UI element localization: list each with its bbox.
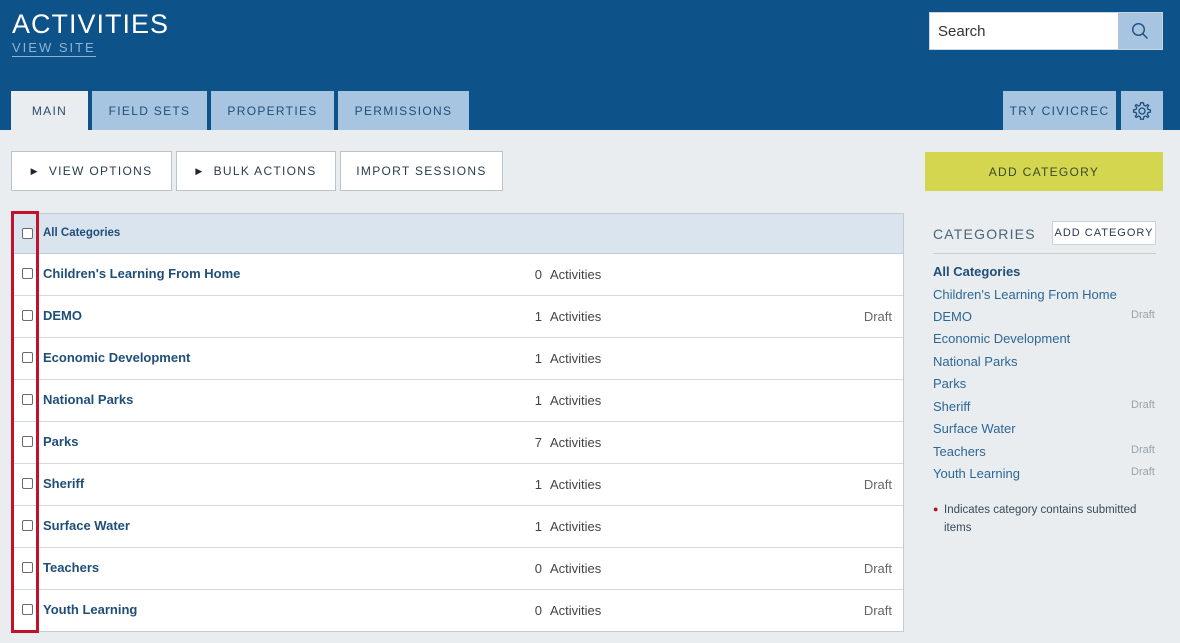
tab-properties[interactable]: PROPERTIES: [211, 91, 334, 130]
sidebar-divider: [933, 253, 1156, 254]
sidebar-status-label: Draft: [1131, 309, 1155, 321]
search-input[interactable]: [930, 13, 1119, 49]
table-row: Economic Development 1 Activities: [12, 338, 903, 380]
settings-button[interactable]: [1121, 91, 1163, 130]
search-button[interactable]: [1118, 13, 1162, 49]
row-checkbox[interactable]: [22, 520, 33, 531]
table-row: Children's Learning From Home 0 Activiti…: [12, 254, 903, 296]
category-link[interactable]: DEMO: [43, 308, 82, 323]
sidebar-status-label: Draft: [1131, 444, 1155, 456]
activity-count: 1: [534, 351, 542, 366]
status-label: Draft: [863, 561, 892, 576]
status-label: Draft: [863, 309, 892, 324]
row-checkbox[interactable]: [22, 310, 33, 321]
row-checkbox[interactable]: [22, 268, 33, 279]
add-category-button[interactable]: ADD CATEGORY: [925, 152, 1163, 191]
sidebar-item-sheriff[interactable]: Sheriff: [933, 399, 970, 414]
all-categories-header: All Categories: [43, 227, 121, 239]
table-row: Parks 7 Activities: [12, 422, 903, 464]
category-link[interactable]: Sheriff: [43, 476, 84, 491]
sidebar-item-surface-water[interactable]: Surface Water: [933, 421, 1016, 436]
activity-count: 7: [534, 435, 542, 450]
activity-count-label: Activities: [550, 477, 602, 492]
activity-count: 1: [534, 309, 542, 324]
bulk-actions-label: BULK ACTIONS: [213, 164, 317, 178]
try-civicrec-button[interactable]: TRY CIVICREC: [1003, 91, 1116, 130]
search-box: [929, 12, 1163, 50]
table-row: Youth Learning 0 Activities Draft: [12, 590, 903, 632]
search-icon: [1131, 22, 1148, 39]
activity-count: 0: [534, 603, 542, 618]
row-checkbox[interactable]: [22, 604, 33, 615]
submitted-items-note: Indicates category contains submitted it…: [944, 504, 1137, 534]
activity-count: 0: [534, 267, 542, 282]
row-checkbox[interactable]: [22, 352, 33, 363]
category-link[interactable]: National Parks: [43, 392, 133, 407]
activity-count-label: Activities: [550, 561, 602, 576]
activity-count-label: Activities: [550, 351, 602, 366]
row-checkbox[interactable]: [22, 394, 33, 405]
import-sessions-button[interactable]: IMPORT SESSIONS: [340, 151, 503, 191]
sidebar-item-childrens-learning[interactable]: Children's Learning From Home: [933, 287, 1117, 302]
category-link[interactable]: Economic Development: [43, 350, 190, 365]
view-options-label: VIEW OPTIONS: [48, 164, 153, 178]
activity-count-label: Activities: [550, 603, 602, 618]
view-site-link[interactable]: VIEW SITE: [12, 40, 96, 57]
tab-field-sets[interactable]: FIELD SETS: [92, 91, 207, 130]
bulk-actions-button[interactable]: ▶ BULK ACTIONS: [176, 151, 336, 191]
activity-count-label: Activities: [550, 519, 602, 534]
tab-main[interactable]: MAIN: [11, 91, 88, 130]
status-label: Draft: [863, 603, 892, 618]
tab-permissions[interactable]: PERMISSIONS: [338, 91, 469, 130]
triangle-right-icon: ▶: [195, 165, 204, 176]
sidebar-item-all-categories[interactable]: All Categories: [933, 264, 1020, 279]
table-row: Surface Water 1 Activities: [12, 506, 903, 548]
row-checkbox[interactable]: [22, 436, 33, 447]
row-checkbox[interactable]: [22, 562, 33, 573]
table-row: Teachers 0 Activities Draft: [12, 548, 903, 590]
submitted-bullet-icon: ●: [933, 504, 939, 514]
activity-count: 1: [534, 519, 542, 534]
select-all-checkbox[interactable]: [22, 228, 33, 239]
category-link[interactable]: Children's Learning From Home: [43, 266, 240, 281]
row-checkbox[interactable]: [22, 478, 33, 489]
activity-count-label: Activities: [550, 393, 602, 408]
sidebar-item-demo[interactable]: DEMO: [933, 309, 972, 324]
activity-count: 1: [534, 393, 542, 408]
categories-table: All Categories Children's Learning From …: [11, 213, 904, 632]
sidebar-item-economic-development[interactable]: Economic Development: [933, 331, 1070, 346]
sidebar-item-national-parks[interactable]: National Parks: [933, 354, 1018, 369]
sidebar-status-label: Draft: [1131, 399, 1155, 411]
activity-count-label: Activities: [550, 309, 602, 324]
table-row: National Parks 1 Activities: [12, 380, 903, 422]
table-header: All Categories: [12, 214, 903, 254]
header-bar: ACTIVITIES VIEW SITE MAIN FIELD SETS PRO…: [0, 0, 1180, 130]
sidebar-status-label: Draft: [1131, 466, 1155, 478]
status-label: Draft: [863, 477, 892, 492]
sidebar-item-parks[interactable]: Parks: [933, 376, 966, 391]
table-row: DEMO 1 Activities Draft: [12, 296, 903, 338]
gear-icon: [1132, 101, 1152, 120]
category-link[interactable]: Parks: [43, 434, 78, 449]
category-link[interactable]: Teachers: [43, 560, 99, 575]
activity-count: 1: [534, 477, 542, 492]
sidebar-title: CATEGORIES: [933, 226, 1036, 242]
triangle-right-icon: ▶: [30, 165, 39, 176]
table-row: Sheriff 1 Activities Draft: [12, 464, 903, 506]
activity-count-label: Activities: [550, 435, 602, 450]
sidebar-add-category-button[interactable]: ADD CATEGORY: [1052, 221, 1156, 245]
category-link[interactable]: Youth Learning: [43, 602, 137, 617]
activity-count-label: Activities: [550, 267, 602, 282]
sidebar-item-teachers[interactable]: Teachers: [933, 444, 986, 459]
view-options-button[interactable]: ▶ VIEW OPTIONS: [11, 151, 172, 191]
activity-count: 0: [534, 561, 542, 576]
sidebar-item-youth-learning[interactable]: Youth Learning: [933, 466, 1020, 481]
category-link[interactable]: Surface Water: [43, 518, 130, 533]
page-title: ACTIVITIES: [12, 9, 170, 39]
